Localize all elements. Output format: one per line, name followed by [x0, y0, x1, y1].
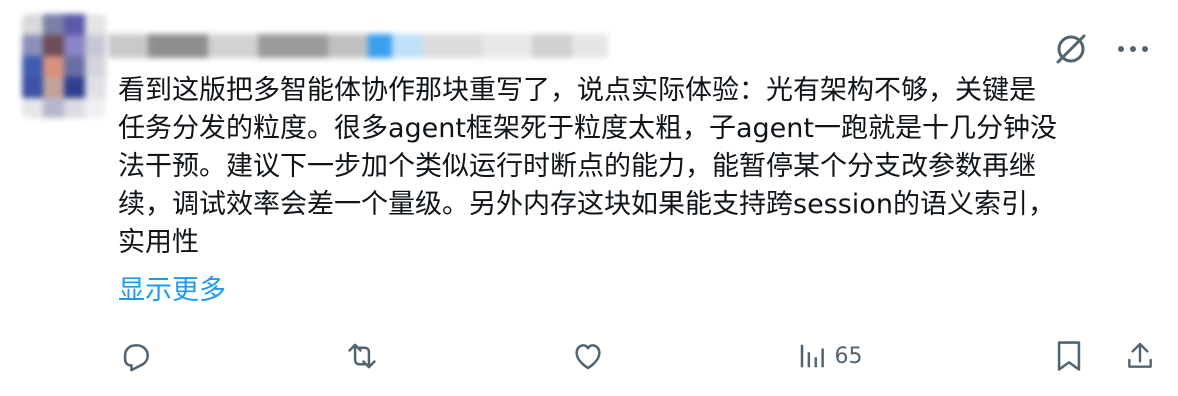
views-button[interactable]: 65: [797, 341, 863, 371]
avatar[interactable]: [22, 14, 106, 118]
like-icon: [571, 339, 605, 373]
tweet-text: 看到这版把多智能体协作那块重写了，说点实际体验：光有架构不够，关键是 任务分发的…: [118, 75, 1057, 258]
author-name-obscured[interactable]: [108, 34, 608, 58]
reply-button[interactable]: [118, 339, 152, 373]
bookmark-icon: [1054, 339, 1084, 373]
more-icon[interactable]: [1116, 44, 1150, 54]
like-button[interactable]: [571, 339, 605, 373]
show-more-link[interactable]: 显示更多: [118, 272, 226, 310]
views-count: 65: [834, 343, 863, 369]
share-button[interactable]: [1124, 339, 1156, 373]
views-icon: [797, 341, 827, 371]
reply-icon: [118, 339, 152, 373]
share-icon: [1124, 339, 1156, 373]
bookmark-button[interactable]: [1054, 339, 1084, 373]
retweet-button[interactable]: [344, 339, 380, 373]
retweet-icon: [344, 339, 380, 373]
grok-icon[interactable]: [1052, 30, 1090, 68]
tweet-action-bar: 65: [118, 334, 1156, 378]
